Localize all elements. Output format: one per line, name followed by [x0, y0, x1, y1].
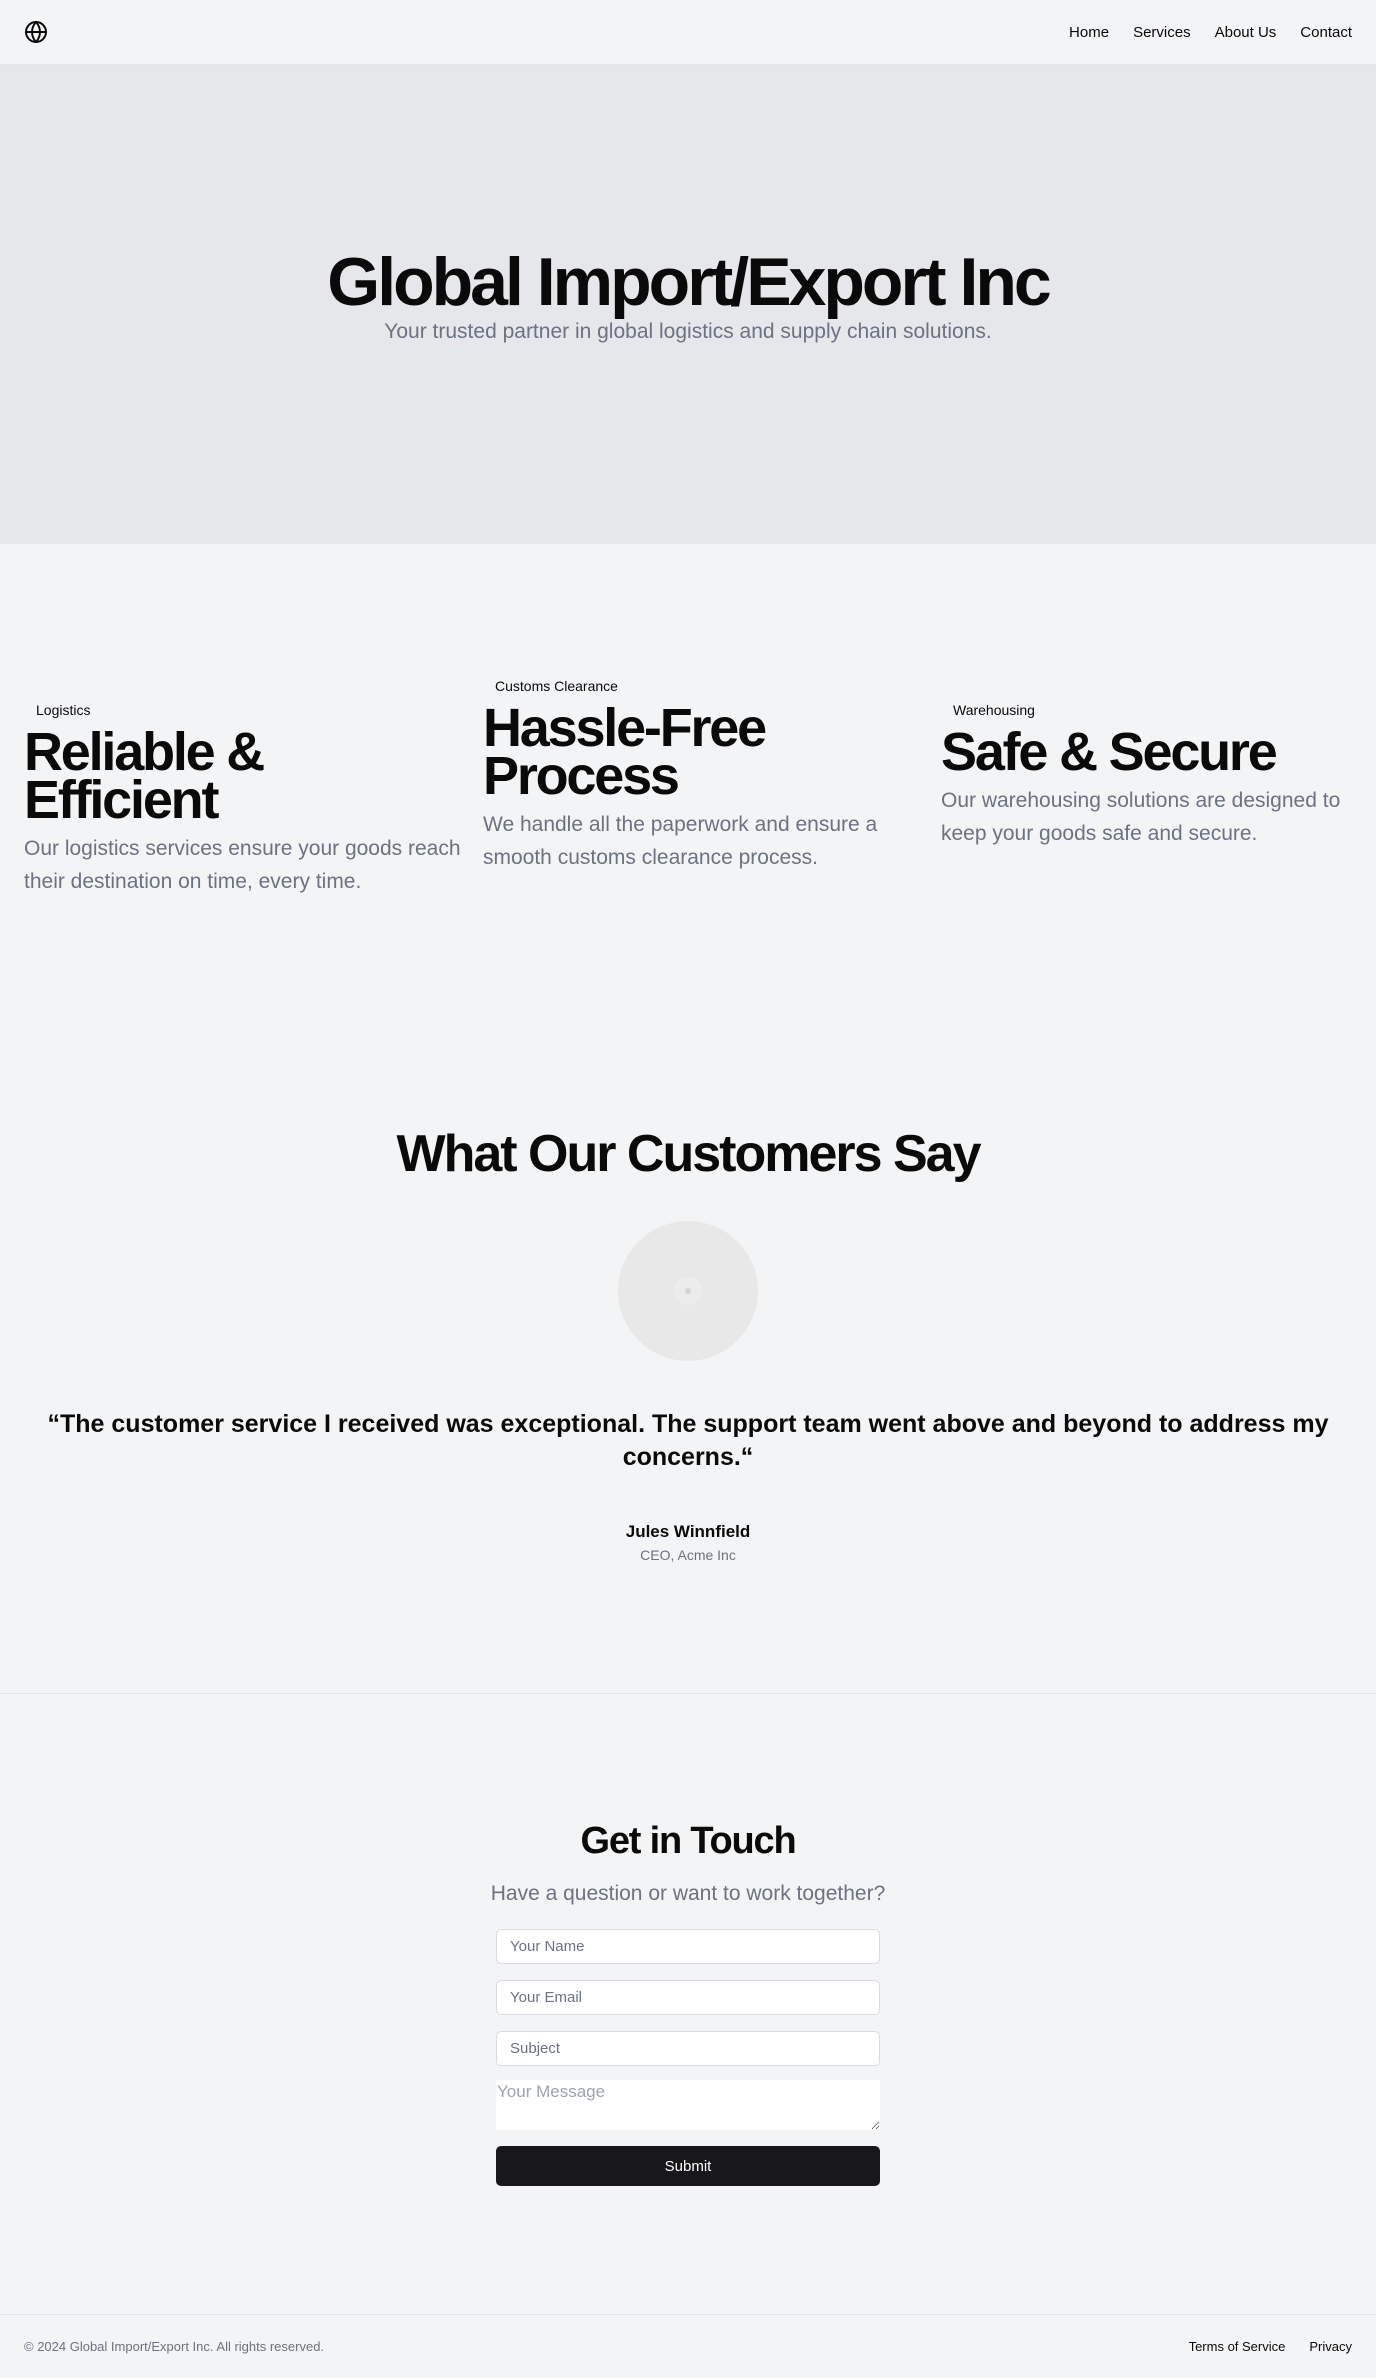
service-description: Our logistics services ensure your goods… [24, 837, 461, 893]
logo-link[interactable] [24, 20, 48, 44]
services-section: Logistics Reliable & Efficient Our logis… [0, 544, 1376, 1024]
email-input[interactable] [496, 1980, 880, 2015]
contact-subheading: Have a question or want to work together… [490, 1882, 886, 1905]
nav-services-link[interactable]: Services [1133, 24, 1191, 41]
testimonial-heading: What Our Customers Say [396, 1125, 981, 1183]
globe-icon [25, 21, 47, 43]
footer-nav: Terms of Service Privacy [1189, 2339, 1352, 2354]
service-badge: Warehousing [953, 702, 1035, 718]
testimonial-section: What Our Customers Say “The customer ser… [0, 1024, 1376, 1694]
nav-about-link[interactable]: About Us [1215, 24, 1277, 41]
hero-title: Global Import/Export Inc [327, 243, 1051, 320]
testimonial-quote: “The customer service I received was exc… [47, 1410, 1329, 1471]
service-description: We handle all the paperwork and ensure a… [483, 813, 878, 869]
service-card-warehousing: Warehousing Safe & Secure Our warehousin… [941, 698, 1376, 850]
hero-subtitle: Your trusted partner in global logistics… [384, 319, 992, 343]
privacy-link[interactable]: Privacy [1309, 2339, 1352, 2354]
avatar-placeholder-icon [674, 1277, 702, 1305]
service-card-customs: Customs Clearance Hassle-Free Process We… [483, 674, 923, 874]
contact-heading: Get in Touch [580, 1820, 797, 1862]
submit-button[interactable]: Submit [496, 2146, 880, 2186]
service-title: Hassle-Free Process [483, 698, 767, 806]
service-title: Reliable & Efficient [24, 722, 265, 830]
name-input[interactable] [496, 1929, 880, 1964]
service-badge: Customs Clearance [495, 678, 618, 694]
service-title: Safe & Secure [941, 722, 1278, 782]
testimonial-author-name: Jules Winnfield [625, 1522, 751, 1541]
site-header: Home Services About Us Contact [0, 0, 1376, 65]
service-card-logistics: Logistics Reliable & Efficient Our logis… [24, 698, 464, 898]
hero-section: Global Import/Export Inc Your trusted pa… [0, 65, 1376, 544]
site-footer: © 2024 Global Import/Export Inc. All rig… [0, 2314, 1376, 2378]
testimonial-author-role: CEO, Acme Inc [640, 1547, 736, 1563]
terms-link[interactable]: Terms of Service [1189, 2339, 1286, 2354]
service-badge: Logistics [36, 702, 91, 718]
subject-input[interactable] [496, 2031, 880, 2066]
nav-home-link[interactable]: Home [1069, 24, 1109, 41]
copyright-text: © 2024 Global Import/Export Inc. All rig… [24, 2339, 325, 2354]
service-description: Our warehousing solutions are designed t… [941, 789, 1341, 845]
main-nav: Home Services About Us Contact [1069, 24, 1352, 41]
nav-contact-link[interactable]: Contact [1300, 24, 1352, 41]
avatar [618, 1221, 758, 1361]
message-textarea[interactable] [496, 2080, 880, 2130]
